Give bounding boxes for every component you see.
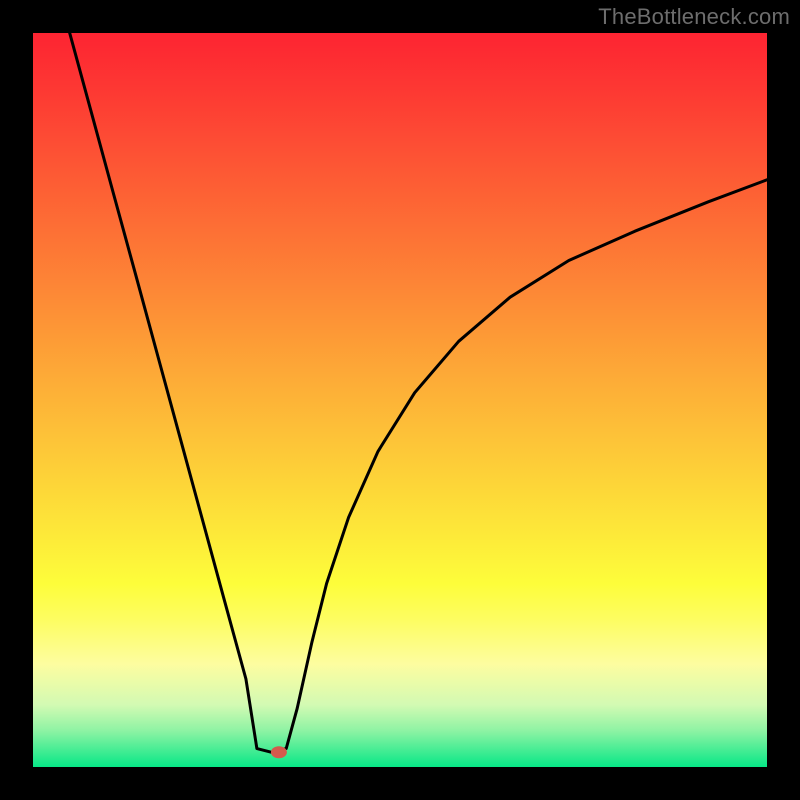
plot-area [33, 33, 767, 767]
chart-svg [33, 33, 767, 767]
chart-frame: TheBottleneck.com [0, 0, 800, 800]
minimum-marker [271, 746, 287, 758]
watermark-text: TheBottleneck.com [598, 4, 790, 30]
gradient-background [33, 33, 767, 767]
